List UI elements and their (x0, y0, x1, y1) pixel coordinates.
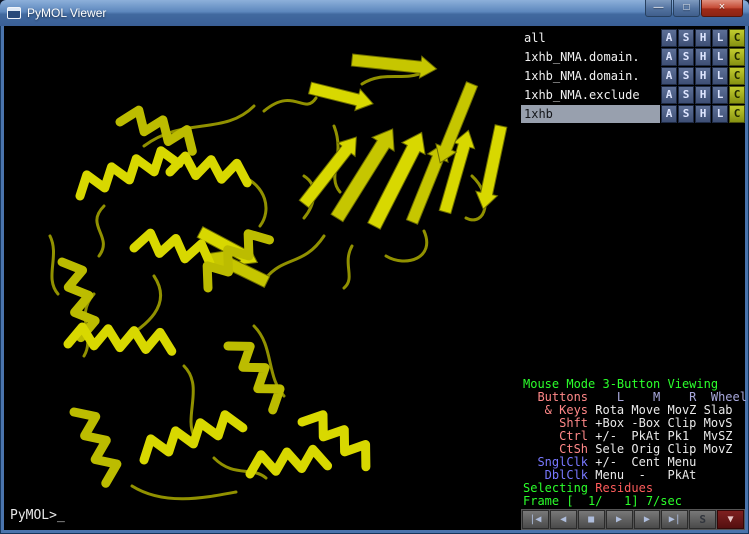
action-menu-button[interactable]: A (661, 67, 677, 85)
maximize-button[interactable]: □ (673, 0, 700, 17)
show-menu-button[interactable]: S (678, 48, 694, 66)
shift-label: Shft (523, 416, 588, 430)
selecting-label: Selecting (523, 481, 595, 495)
protein-cartoon (4, 26, 521, 530)
snglclk-actions: +/- Cent Menu (588, 455, 696, 469)
color-menu-button[interactable]: C (729, 86, 745, 104)
panel-filler (521, 124, 745, 378)
keys-actions: Rota Move MovZ Slab (588, 403, 733, 417)
color-menu-button[interactable]: C (729, 48, 745, 66)
show-menu-button[interactable]: S (678, 86, 694, 104)
minimize-button[interactable]: — (645, 0, 672, 17)
fullscreen-button[interactable]: ▼ (717, 510, 744, 529)
mouse-mode-text: Mouse Mode 3-Button Viewing (523, 377, 718, 391)
frame-counter: Frame [ 1/ 1] 7/sec (523, 494, 682, 508)
object-list: all A S H L C 1xhb_NMA.domain. A S H L C… (521, 26, 745, 124)
action-menu-button[interactable]: A (661, 29, 677, 47)
object-panel: all A S H L C 1xhb_NMA.domain. A S H L C… (521, 26, 745, 530)
dblclk-actions: Menu - PkAt (588, 468, 696, 482)
buttons-label: Buttons (523, 390, 588, 404)
object-name[interactable]: 1xhb_NMA.domain. (521, 67, 660, 85)
label-menu-button[interactable]: L (712, 29, 728, 47)
caption-buttons: — □ × (644, 0, 743, 17)
command-prompt[interactable]: PyMOL>_ (10, 508, 65, 523)
show-menu-button[interactable]: S (678, 105, 694, 123)
mouse-help-panel: Mouse Mode 3-Button Viewing Buttons L M … (521, 378, 745, 509)
color-menu-button[interactable]: C (729, 67, 745, 85)
hide-menu-button[interactable]: H (695, 105, 711, 123)
app-icon (7, 7, 21, 19)
object-row: all A S H L C (521, 29, 745, 47)
titlebar[interactable]: PyMOL Viewer — □ × (0, 0, 749, 26)
close-button[interactable]: × (701, 0, 743, 17)
selecting-mode: Residues (595, 481, 653, 495)
shift-actions: +Box -Box Clip MovS (588, 416, 733, 430)
object-name[interactable]: 1xhb (521, 105, 660, 123)
keys-label: & Keys (523, 403, 588, 417)
label-menu-button[interactable]: L (712, 105, 728, 123)
stop-button[interactable]: ■ (578, 510, 605, 529)
rewind-button[interactable]: |◀ (522, 510, 549, 529)
step-back-button[interactable]: ◀ (550, 510, 577, 529)
label-menu-button[interactable]: L (712, 48, 728, 66)
color-menu-button[interactable]: C (729, 105, 745, 123)
buttons-columns: L M R Wheel (588, 390, 747, 404)
object-row: 1xhb_NMA.exclude A S H L C (521, 86, 745, 104)
ctrl-actions: +/- PkAt Pk1 MvSZ (588, 429, 733, 443)
hide-menu-button[interactable]: H (695, 29, 711, 47)
dblclk-label: DblClk (523, 468, 588, 482)
ctrl-label: Ctrl (523, 429, 588, 443)
frame-line: Frame [ 1/ 1] 7/sec (523, 495, 745, 508)
show-menu-button[interactable]: S (678, 67, 694, 85)
ctsh-actions: Sele Orig Clip MovZ (588, 442, 733, 456)
step-forward-button[interactable]: ▶ (634, 510, 661, 529)
action-menu-button[interactable]: A (661, 48, 677, 66)
object-name[interactable]: all (521, 29, 660, 47)
object-name[interactable]: 1xhb_NMA.exclude (521, 86, 660, 104)
label-menu-button[interactable]: L (712, 86, 728, 104)
window-content: PyMOL>_ all A S H L C 1xhb_NMA.domain. A… (4, 26, 745, 530)
object-row: 1xhb_NMA.domain. A S H L C (521, 48, 745, 66)
object-row: 1xhb A S H L C (521, 105, 745, 123)
action-menu-button[interactable]: A (661, 105, 677, 123)
pymol-window: PyMOL Viewer — □ × (0, 0, 749, 534)
movie-controls: |◀ ◀ ■ ▶ ▶ ▶| S ▼ (521, 509, 745, 530)
play-button[interactable]: ▶ (606, 510, 633, 529)
color-menu-button[interactable]: C (729, 29, 745, 47)
show-menu-button[interactable]: S (678, 29, 694, 47)
object-row: 1xhb_NMA.domain. A S H L C (521, 67, 745, 85)
window-title: PyMOL Viewer (27, 6, 644, 20)
scene-button[interactable]: S (689, 510, 716, 529)
hide-menu-button[interactable]: H (695, 48, 711, 66)
action-menu-button[interactable]: A (661, 86, 677, 104)
hide-menu-button[interactable]: H (695, 67, 711, 85)
label-menu-button[interactable]: L (712, 67, 728, 85)
object-name[interactable]: 1xhb_NMA.domain. (521, 48, 660, 66)
hide-menu-button[interactable]: H (695, 86, 711, 104)
end-button[interactable]: ▶| (661, 510, 688, 529)
ctsh-label: CtSh (523, 442, 588, 456)
snglclk-label: SnglClk (523, 455, 588, 469)
viewport-3d[interactable]: PyMOL>_ (4, 26, 521, 530)
